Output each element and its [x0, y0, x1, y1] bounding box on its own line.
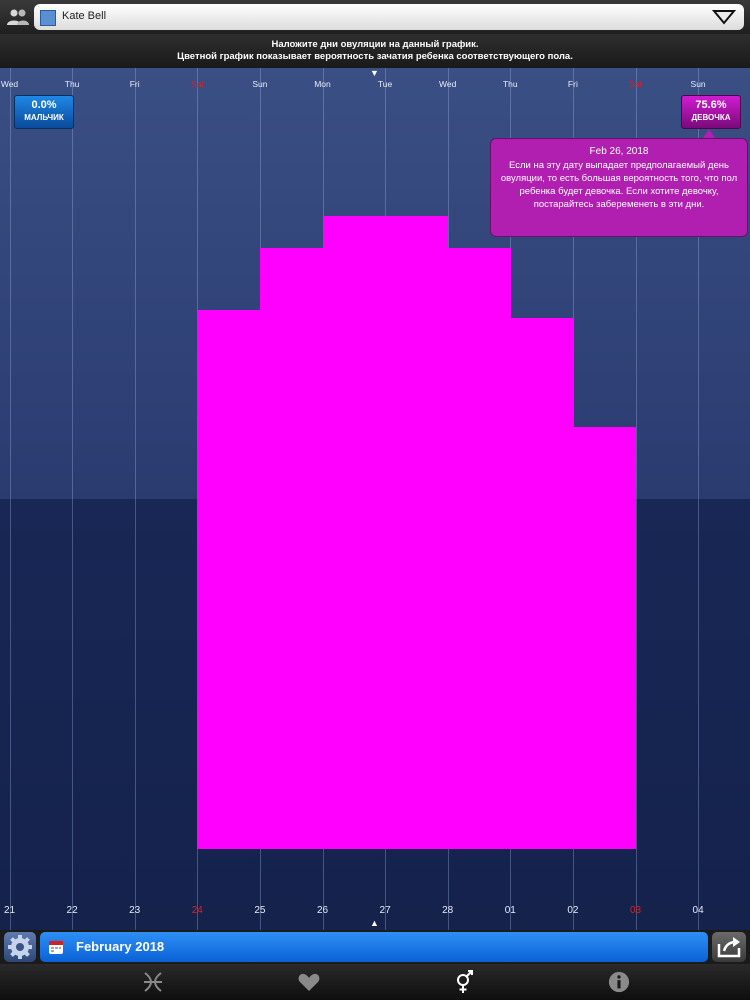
gridline [72, 68, 73, 930]
weekday-label: Fri [129, 79, 140, 89]
info-icon [608, 971, 629, 993]
date-label: 25 [254, 905, 266, 916]
girl-probability-value: 75.6% [695, 99, 727, 111]
users-icon[interactable] [6, 8, 30, 26]
date-label: 28 [442, 905, 454, 916]
gridline [10, 68, 11, 930]
tab-bar [0, 964, 750, 1000]
ovulation-icon [143, 972, 162, 992]
probability-bar[interactable] [385, 216, 448, 849]
weekday-label: Sun [252, 79, 268, 89]
top-position-marker: ▼ [370, 68, 379, 78]
boy-probability-label: МАЛЬЧИК [24, 113, 64, 122]
probability-chart[interactable]: 0.0% МАЛЬЧИК 75.6% ДЕВОЧКА Feb 26, 2018 … [0, 68, 750, 930]
probability-bar[interactable] [260, 248, 323, 849]
date-tooltip: Feb 26, 2018 Если на эту дату выпадает п… [490, 138, 748, 237]
girl-probability-badge: 75.6% ДЕВОЧКА [681, 95, 741, 129]
date-label: 26 [316, 905, 329, 916]
probability-bar[interactable] [323, 216, 386, 849]
weekday-label: Wed [0, 79, 19, 89]
weekday-label: Thu [64, 79, 80, 89]
probability-bar[interactable] [573, 427, 636, 849]
girl-probability-label: ДЕВОЧКА [691, 113, 731, 122]
top-bar: Kate Bell [0, 0, 750, 34]
weekday-label: Sat [629, 79, 642, 89]
month-label: February 2018 [76, 939, 165, 954]
probability-bar[interactable] [510, 318, 573, 849]
share-icon [717, 937, 741, 958]
date-label: 23 [129, 905, 141, 916]
tooltip-arrow [703, 129, 715, 138]
tooltip-text: Если на эту дату выпадает предполагаемый… [500, 160, 738, 210]
boy-probability-value: 0.0% [31, 99, 57, 111]
month-selector-button[interactable]: February 2018 [40, 932, 708, 962]
date-label: 03 [629, 905, 642, 916]
date-label: 22 [66, 905, 78, 916]
date-label: 27 [379, 905, 391, 916]
profile-avatar [40, 10, 56, 26]
instructions-banner: Наложите дни овуляции на данный график. … [0, 34, 750, 68]
gender-icon [456, 970, 473, 993]
weekday-label: Sun [690, 79, 706, 89]
instructions-line-2: Цветной график показывает вероятность за… [177, 51, 573, 62]
tooltip-date: Feb 26, 2018 [589, 146, 649, 157]
settings-button[interactable] [4, 932, 36, 962]
date-label: 01 [504, 905, 516, 916]
month-bar: February 2018 [0, 930, 750, 964]
profile-name: Kate Bell [62, 10, 107, 22]
date-label: 24 [191, 905, 203, 916]
probability-bar[interactable] [448, 248, 511, 849]
share-button[interactable] [712, 932, 746, 962]
weekday-label: Wed [439, 79, 457, 89]
instructions-line-1: Наложите дни овуляции на данный график. [271, 39, 479, 50]
date-label: 02 [567, 905, 579, 916]
probability-bar[interactable] [197, 310, 260, 849]
tab-info[interactable] [525, 964, 712, 1000]
weekday-label: Sat [190, 79, 204, 89]
date-label: 21 [3, 905, 16, 916]
gear-icon [8, 935, 32, 959]
weekday-label: Tue [377, 79, 393, 89]
date-label: 04 [692, 905, 704, 916]
profile-selector[interactable]: Kate Bell [34, 4, 744, 30]
calendar-icon [49, 941, 63, 954]
gridline [135, 68, 136, 930]
weekday-label: Thu [502, 79, 518, 89]
weekday-label: Fri [567, 79, 578, 89]
heart-icon [298, 973, 319, 991]
triangle-down-icon[interactable] [712, 9, 736, 25]
boy-probability-badge: 0.0% МАЛЬЧИК [14, 95, 74, 129]
bottom-position-marker: ▲ [370, 918, 379, 928]
weekday-label: Mon [314, 79, 331, 89]
